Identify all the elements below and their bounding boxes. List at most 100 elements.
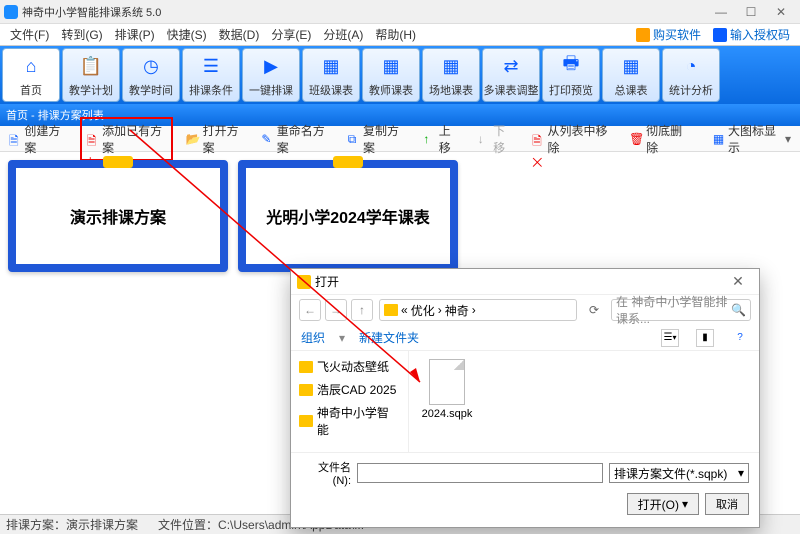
move-up-button[interactable]: ↑上移 [418,119,464,159]
folder-icon [299,384,313,396]
dialog-close-button[interactable]: ✕ [723,273,753,290]
teacher-icon: ▦ [377,52,405,80]
menu-quick[interactable]: 快捷(S) [161,24,213,45]
chart-icon: ◔ [677,52,705,80]
dialog-title: 打开 [315,273,723,290]
new-folder-button[interactable]: 新建文件夹 [359,329,419,346]
ribbon-teacher[interactable]: ▦教师课表 [362,48,420,102]
nav-up-button[interactable]: ↑ [351,299,373,321]
trash-icon: 🗑 [629,132,643,146]
plan-card-demo[interactable]: 演示排课方案 [8,160,228,272]
dialog-footer: 文件名(N): 排课方案文件(*.sqpk)▾ 打开(O)▾ 取消 [291,452,759,527]
window-title: 神奇中小学智能排课系统 5.0 [22,4,706,20]
menu-goto[interactable]: 转到(G) [55,24,108,45]
window-titlebar: 神奇中小学智能排课系统 5.0 — ☐ ✕ [0,0,800,24]
ribbon-home[interactable]: ⌂首页 [2,48,60,102]
dialog-icon [297,275,311,289]
sidebar-folder-b[interactable]: 浩辰CAD 2025 [295,378,404,401]
open-icon: 📂 [186,132,200,146]
refresh-button[interactable]: ⟳ [583,299,605,321]
ribbon-time[interactable]: ◷教学时间 [122,48,180,102]
open-file-dialog: 打开 ✕ ← → ↑ « 优化› 神奇› ⟳ 在 神奇中小学智能排课系...🔍 … [290,268,760,528]
copy-icon: ⧉ [348,132,360,146]
minimize-button[interactable]: — [706,1,736,23]
open-button[interactable]: 打开(O)▾ [627,493,699,515]
ribbon-cond[interactable]: ☰排课条件 [182,48,240,102]
rename-plan-button[interactable]: ✎重命名方案 [256,119,334,159]
file-list[interactable]: 2024.sqpk [409,351,759,452]
remove-icon: 🗎✕ [532,132,544,146]
menu-data[interactable]: 数据(D) [213,24,266,45]
help-button[interactable]: ? [731,329,749,347]
view-details-button[interactable]: ▮ [696,329,714,347]
overview-icon: ▦ [617,52,645,80]
ribbon-adjust[interactable]: ⇄多课表调整 [482,48,540,102]
status-path-label: 文件位置： [158,516,218,533]
venue-icon: ▦ [437,52,465,80]
buy-software[interactable]: 购买软件 [630,26,707,43]
open-plan-button[interactable]: 📂打开方案 [181,119,249,159]
print-icon: 🖶 [557,52,585,80]
settings-icon: ☰ [197,52,225,80]
ribbon-venue[interactable]: ▦场地课表 [422,48,480,102]
new-icon: 🗎 [9,132,21,146]
maximize-button[interactable]: ☐ [736,1,766,23]
folder-icon [299,361,313,373]
dialog-search-input[interactable]: 在 神奇中小学智能排课系...🔍 [611,299,751,321]
nav-back-button[interactable]: ← [299,299,321,321]
enter-auth[interactable]: 输入授权码 [707,26,796,43]
ribbon-overview[interactable]: ▦总课表 [602,48,660,102]
file-item[interactable]: 2024.sqpk [417,359,477,420]
close-button[interactable]: ✕ [766,1,796,23]
path-breadcrumb[interactable]: « 优化› 神奇› [379,299,577,321]
menu-file[interactable]: 文件(F) [4,24,55,45]
file-icon [429,359,465,405]
view-list-button[interactable]: ☰▾ [661,329,679,347]
sidebar-folder-c[interactable]: 神奇中小学智能 [295,401,404,441]
ribbon-stat[interactable]: ◔统计分析 [662,48,720,102]
menu-course[interactable]: 排课(P) [109,24,161,45]
remove-button[interactable]: 🗎✕从列表中移除 [527,119,616,159]
nav-forward-button[interactable]: → [325,299,347,321]
organize-button[interactable]: 组织 [301,329,325,346]
ribbon-plan[interactable]: 📋教学计划 [62,48,120,102]
ribbon-auto[interactable]: ▶一键排课 [242,48,300,102]
file-name: 2024.sqpk [422,408,473,420]
add-existing-plan-button[interactable]: 🗎+添加已有方案 [80,117,173,161]
home-icon: ⌂ [17,52,45,80]
menu-help[interactable]: 帮助(H) [369,24,422,45]
address-bar: ← → ↑ « 优化› 神奇› ⟳ 在 神奇中小学智能排课系...🔍 [291,295,759,325]
dialog-sidebar: 飞火动态壁纸 浩辰CAD 2025 神奇中小学智能 [291,351,409,452]
plan-icon: 📋 [77,52,105,80]
arrow-down-icon: ↓ [478,132,490,146]
dialog-titlebar: 打开 ✕ [291,269,759,295]
menu-share[interactable]: 分享(E) [265,24,317,45]
organize-bar: 组织▾ 新建文件夹 ☰▾ ▮ ? [291,325,759,351]
toolbar: 🗎创建方案 🗎+添加已有方案 📂打开方案 ✎重命名方案 ⧉复制方案 ↑上移 ↓下… [0,126,800,152]
filename-input[interactable] [357,463,603,483]
grid-icon: ▦ [713,132,725,146]
arrow-up-icon: ↑ [423,132,435,146]
adjust-icon: ⇄ [497,52,525,80]
plan-card-guangming[interactable]: 光明小学2024学年课表 [238,160,458,272]
create-plan-button[interactable]: 🗎创建方案 [4,119,72,159]
add-icon: 🗎+ [87,132,99,146]
view-big-icon[interactable]: ▦大图标显示▾ [708,119,796,159]
folder-icon [384,304,398,316]
delete-button[interactable]: 🗑彻底删除 [624,119,692,159]
filter-select[interactable]: 排课方案文件(*.sqpk)▾ [609,463,749,483]
ribbon: ⌂首页 📋教学计划 ◷教学时间 ☰排课条件 ▶一键排课 ▦班级课表 ▦教师课表 … [0,46,800,104]
ribbon-class[interactable]: ▦班级课表 [302,48,360,102]
ribbon-preview[interactable]: 🖶打印预览 [542,48,600,102]
copy-plan-button[interactable]: ⧉复制方案 [343,119,411,159]
status-plan-value: 演示排课方案 [66,516,138,533]
cart-icon [636,28,650,42]
cancel-button[interactable]: 取消 [705,493,749,515]
status-plan-label: 排课方案： [6,516,66,533]
menu-split[interactable]: 分班(A) [317,24,369,45]
folder-icon [299,415,313,427]
app-logo-icon [4,5,18,19]
move-down-button[interactable]: ↓下移 [473,119,519,159]
sidebar-folder-a[interactable]: 飞火动态壁纸 [295,355,404,378]
menubar: 文件(F) 转到(G) 排课(P) 快捷(S) 数据(D) 分享(E) 分班(A… [0,24,800,46]
